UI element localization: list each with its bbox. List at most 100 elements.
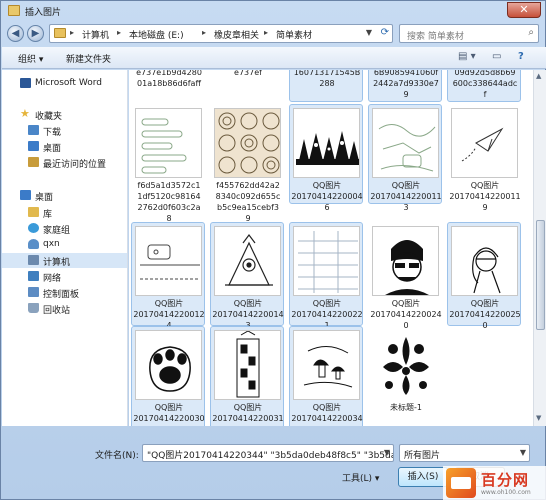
file-tile[interactable]: 09d92d5d8b69 600c338644adc f (447, 70, 521, 102)
file-name: f455762dd42a2 8340c092d655c b5c9ea15cebf3 9 (215, 181, 281, 223)
filename-field[interactable]: "QQ图片20170414220344" "3b5da0deb48f8c5" "… (142, 444, 394, 462)
sidebar-item-label: Microsoft Word (35, 78, 102, 88)
breadcrumb-drive[interactable]: 本地磁盘 (E:) (129, 28, 184, 41)
refresh-icon[interactable]: ⟳ (381, 27, 389, 38)
navigation-pane: Microsoft Word ★ 收藏夹 下载 桌面 最近访问的位置 桌面 库 (2, 70, 128, 426)
organize-button[interactable]: 组织 ▾ (18, 52, 43, 65)
sidebar-item-homegroup[interactable]: 家庭组 (2, 221, 127, 236)
breadcrumb-current-folder[interactable]: 简单素材 (276, 28, 312, 41)
file-tile[interactable]: QQ图片201704142200314 (210, 326, 284, 426)
file-tile[interactable]: QQ图片 20170414220011 9 (447, 104, 521, 212)
help-icon[interactable]: ? (518, 51, 524, 62)
file-tile[interactable]: QQ图片 20170414220011 3 (368, 104, 442, 212)
file-name: 6B9085941060f 2442a7d9330e7 9 (373, 70, 439, 99)
file-name: f6d5a1d3572c1 1df5120c98164 2762d0f603c2a 8 (137, 181, 201, 223)
chevron-right-icon[interactable]: ▸ (117, 28, 121, 37)
vertical-scrollbar[interactable]: ▲ ▼ (533, 70, 546, 426)
image-thumbnail (214, 226, 281, 296)
sidebar-item-computer[interactable]: 计算机 (2, 253, 127, 268)
sidebar-item-label: 最近访问的位置 (43, 160, 107, 170)
file-tile[interactable]: QQ图片201704142200304 (131, 326, 205, 426)
file-tile[interactable]: e737e1b9d4280 01a18b86d6faff (131, 70, 205, 108)
insert-label: 插入(S) (407, 472, 439, 482)
breadcrumb-computer[interactable]: 计算机 (82, 28, 109, 41)
file-tile[interactable]: f6d5a1d3572c1 1df5120c98164 2762d0f603c2a 8 (131, 104, 205, 223)
sidebar-item-label: 下载 (43, 128, 62, 138)
preview-pane-icon[interactable]: ▭ (492, 51, 501, 62)
filetype-select[interactable]: 所有图片 ▼ (399, 444, 530, 462)
word-icon (20, 78, 31, 88)
file-name: QQ图片201704142200314 (212, 403, 284, 426)
folder-icon (54, 28, 66, 38)
chevron-down-icon[interactable]: ▼ (520, 448, 526, 457)
sidebar-item-desktop[interactable]: 桌面 (2, 188, 127, 203)
breadcrumb-stamp-folder[interactable]: 橡皮章相关 (214, 28, 259, 41)
file-tile[interactable]: f455762dd42a2 8340c092d655c b5c9ea15cebf3 9 (210, 104, 284, 223)
sidebar-item-label: 计算机 (43, 258, 71, 268)
file-tile[interactable]: e737ef (210, 70, 284, 108)
file-name: 09d92d5d8b69 600c338644adc f (452, 70, 518, 99)
file-name: QQ图片 20170414220004 6 (291, 181, 363, 212)
desktop-icon (20, 190, 31, 200)
sidebar-item-library[interactable]: 库 (2, 205, 127, 220)
chevron-right-icon[interactable]: ▸ (202, 28, 206, 37)
scrollbar-thumb[interactable] (536, 220, 545, 330)
image-thumbnail (293, 108, 360, 178)
file-tile[interactable]: 160713171545B 288 (289, 70, 363, 102)
file-tile[interactable]: 6B9085941060f 2442a7d9330e7 9 (368, 70, 442, 102)
address-bar[interactable]: ▸ 计算机 ▸ 本地磁盘 (E:) ▸ 橡皮章相关 ▸ 简单素材 ▼ ⟳ (49, 24, 393, 43)
chevron-right-icon[interactable]: ▸ (70, 28, 74, 37)
star-icon: ★ (20, 107, 30, 120)
file-tile[interactable]: 未标题-1 (368, 326, 442, 426)
organize-label: 组织 (18, 55, 37, 65)
control-panel-icon (28, 287, 39, 297)
scroll-up-icon[interactable]: ▲ (536, 72, 541, 80)
file-name: e737ef (234, 70, 262, 77)
file-tile[interactable]: QQ图片201704142200344 (289, 326, 363, 426)
file-tile[interactable]: QQ图片201704142200221 (289, 222, 363, 330)
view-options-icon[interactable]: ▤ ▾ (458, 51, 476, 62)
library-icon (28, 207, 39, 217)
forward-arrow-icon[interactable]: ▶ (27, 25, 44, 42)
sidebar-item-downloads[interactable]: 下载 (2, 123, 127, 138)
download-folder-icon (28, 125, 39, 135)
scroll-down-icon[interactable]: ▼ (536, 414, 541, 422)
sidebar-item-favorites[interactable]: ★ 收藏夹 (2, 107, 127, 122)
sidebar-item-recent-places[interactable]: 最近访问的位置 (2, 155, 127, 170)
search-icon[interactable]: ⌕ (528, 27, 534, 38)
folder-icon (8, 5, 20, 16)
image-thumbnail (293, 226, 360, 296)
filename-label: 文件名(N): (95, 451, 139, 461)
sidebar-item-label: 控制面板 (43, 290, 80, 300)
image-thumbnail (135, 108, 202, 178)
sidebar-item-desktop-fav[interactable]: 桌面 (2, 139, 127, 154)
file-name: QQ图片 20170414220025 0 (449, 299, 521, 330)
close-icon[interactable]: ✕ (507, 2, 541, 18)
sidebar-item-label: 网络 (43, 274, 62, 284)
sidebar-item-network[interactable]: 网络 (2, 269, 127, 284)
new-folder-button[interactable]: 新建文件夹 (66, 52, 111, 65)
file-tile[interactable]: QQ图片 20170414220025 0 (447, 222, 521, 330)
file-tile[interactable]: QQ图片 20170414220024 0 (368, 222, 442, 330)
tools-menu[interactable]: 工具(L) ▾ (342, 471, 379, 484)
chevron-down-icon[interactable]: ▼ (384, 448, 390, 457)
sidebar-item-user[interactable]: qxn (2, 237, 127, 252)
file-name: QQ图片201704142200344 (291, 403, 363, 426)
chevron-down-icon[interactable]: ▼ (366, 28, 372, 37)
image-thumbnail (451, 226, 518, 296)
file-tile[interactable]: QQ图片 20170414220004 6 (289, 104, 363, 212)
sidebar-item-label: 家庭组 (43, 226, 71, 236)
sidebar-item-recycle-bin[interactable]: 回收站 (2, 301, 127, 316)
watermark-text: 百分网 (481, 471, 530, 489)
chevron-right-icon[interactable]: ▸ (264, 28, 268, 37)
insert-button[interactable]: 插入(S) (398, 467, 448, 487)
image-thumbnail (214, 330, 281, 400)
tools-label: 工具(L) (342, 474, 373, 484)
file-tile[interactable]: QQ图片201704142200143 (210, 222, 284, 330)
sidebar-item-control-panel[interactable]: 控制面板 (2, 285, 127, 300)
back-arrow-icon[interactable]: ◀ (7, 25, 24, 42)
search-box[interactable]: 搜索 简单素材 ⌕ (399, 24, 539, 43)
sidebar-item-word[interactable]: Microsoft Word (2, 76, 127, 91)
filename-value: "QQ图片20170414220344" "3b5da0deb48f8c5" "… (147, 451, 394, 461)
file-tile[interactable]: QQ图片201704142200124 (131, 222, 205, 330)
